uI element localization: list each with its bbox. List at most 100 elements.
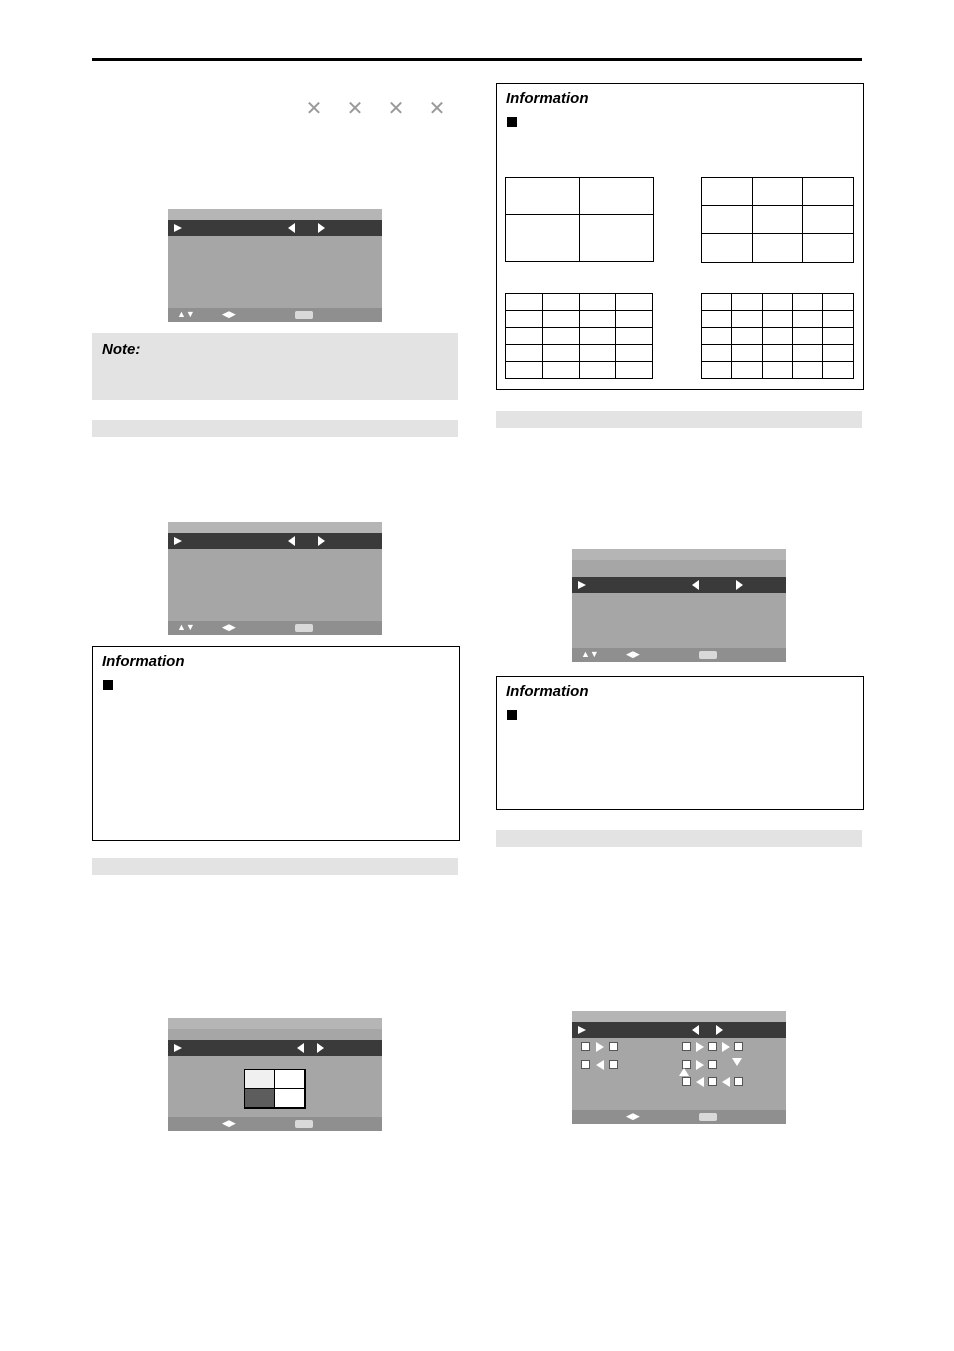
updown-icon: ▲▼ (581, 649, 599, 659)
osd-title-bar (572, 1011, 786, 1022)
aspect-cell-3 (244, 1088, 275, 1108)
table-row (505, 177, 654, 215)
arrow-right-icon (722, 1042, 730, 1052)
table-row (505, 310, 653, 328)
arrow-down-icon (732, 1058, 742, 1066)
x-mark-4-icon: ✕ (428, 98, 446, 120)
osd-footer-bar: ◀▶ (572, 1110, 786, 1124)
bullet-icon (103, 680, 113, 690)
updown-icon: ▲▼ (177, 309, 195, 319)
leftright-icon: ◀▶ (222, 622, 236, 632)
key-square-r1 (682, 1042, 691, 1051)
table-bottom-left (505, 293, 653, 379)
information-box-left: Information (92, 646, 460, 841)
table-row (701, 310, 854, 328)
osd-selected-row[interactable] (168, 220, 382, 236)
osd-selected-row[interactable] (168, 1040, 382, 1056)
arrow-right-icon (696, 1060, 704, 1070)
leftright-icon: ◀▶ (222, 309, 236, 319)
key-square-l4 (609, 1060, 618, 1069)
table-row (701, 327, 854, 345)
arrow-left-icon[interactable] (692, 1025, 699, 1035)
table-top-right (701, 177, 854, 263)
table-row (701, 293, 854, 311)
osd-title-bar (168, 1018, 382, 1029)
note-box: Note: (92, 333, 458, 400)
cursor-icon (578, 581, 586, 589)
arrow-right-icon[interactable] (318, 536, 325, 546)
osd-selected-row[interactable] (572, 577, 786, 593)
osd-menu-bottom-left[interactable]: ◀▶ (168, 1018, 382, 1131)
table-row (701, 205, 854, 234)
cursor-icon (174, 537, 182, 545)
arrow-left-icon[interactable] (288, 223, 295, 233)
osd-title-bar (168, 209, 382, 220)
document-page: ✕ ✕ ✕ ✕ ▲▼ ◀▶ Note: ▲▼ ◀▶ Information ◀▶… (0, 0, 954, 1351)
exit-button[interactable] (699, 1113, 717, 1121)
arrow-right-icon[interactable] (716, 1025, 723, 1035)
osd-menu-top-left[interactable]: ▲▼ ◀▶ (168, 209, 382, 322)
arrow-left-icon (596, 1060, 604, 1070)
x-mark-3-icon: ✕ (387, 98, 405, 120)
osd-footer-bar: ◀▶ (168, 1117, 382, 1131)
information-title: Information (506, 90, 589, 107)
section-bar-left-1 (92, 420, 458, 437)
arrow-right-icon[interactable] (317, 1043, 324, 1053)
key-square-r5 (708, 1060, 717, 1069)
key-square-l3 (581, 1060, 590, 1069)
arrow-right-icon (596, 1042, 604, 1052)
updown-icon: ▲▼ (177, 622, 195, 632)
key-square-r3 (734, 1042, 743, 1051)
arrow-right-icon (696, 1042, 704, 1052)
arrow-left-icon (722, 1077, 730, 1087)
key-square-l2 (609, 1042, 618, 1051)
exit-button[interactable] (699, 651, 717, 659)
table-row (701, 361, 854, 379)
osd-footer-bar: ▲▼ ◀▶ (572, 648, 786, 662)
exit-button[interactable] (295, 624, 313, 632)
aspect-preview (244, 1069, 306, 1109)
leftright-icon: ◀▶ (626, 649, 640, 659)
header-rule (92, 58, 862, 61)
arrow-left-icon[interactable] (288, 536, 295, 546)
osd-title-bar (572, 549, 786, 560)
bullet-icon (507, 117, 517, 127)
table-top-left (505, 177, 654, 262)
exit-button[interactable] (295, 1120, 313, 1128)
table-row (505, 214, 654, 262)
osd-menu-mid-right[interactable]: ▲▼ ◀▶ (572, 549, 786, 662)
arrow-left-icon[interactable] (692, 580, 699, 590)
arrow-right-icon[interactable] (318, 223, 325, 233)
arrow-left-icon (696, 1077, 704, 1087)
key-square-r7 (708, 1077, 717, 1086)
osd-selected-row[interactable] (168, 533, 382, 549)
table-bottom-right (701, 293, 854, 379)
osd-selected-row[interactable] (572, 1022, 786, 1038)
aspect-cell-2 (274, 1069, 305, 1089)
table-row (505, 361, 653, 379)
aspect-cell-1 (244, 1069, 275, 1089)
section-bar-right-2 (496, 830, 862, 847)
osd-footer-bar: ▲▼ ◀▶ (168, 308, 382, 322)
osd-menu-bottom-right[interactable]: ◀▶ (572, 1011, 786, 1124)
table-row (701, 177, 854, 206)
arrow-right-icon[interactable] (736, 580, 743, 590)
arrow-up-icon (679, 1068, 689, 1076)
osd-footer-bar: ▲▼ ◀▶ (168, 621, 382, 635)
cursor-icon (174, 224, 182, 232)
exit-button[interactable] (295, 311, 313, 319)
arrow-left-icon[interactable] (297, 1043, 304, 1053)
cursor-icon (578, 1026, 586, 1034)
leftright-icon: ◀▶ (626, 1111, 640, 1121)
osd-title-bar (168, 522, 382, 533)
note-title: Note: (102, 341, 141, 358)
cursor-icon (174, 1044, 182, 1052)
table-row (505, 293, 653, 311)
osd-menu-mid-left[interactable]: ▲▼ ◀▶ (168, 522, 382, 635)
key-square-l1 (581, 1042, 590, 1051)
table-row (701, 344, 854, 362)
key-square-r2 (708, 1042, 717, 1051)
aspect-cell-4 (274, 1088, 305, 1108)
information-box-right-bottom: Information (496, 676, 864, 810)
section-bar-left-2 (92, 858, 458, 875)
